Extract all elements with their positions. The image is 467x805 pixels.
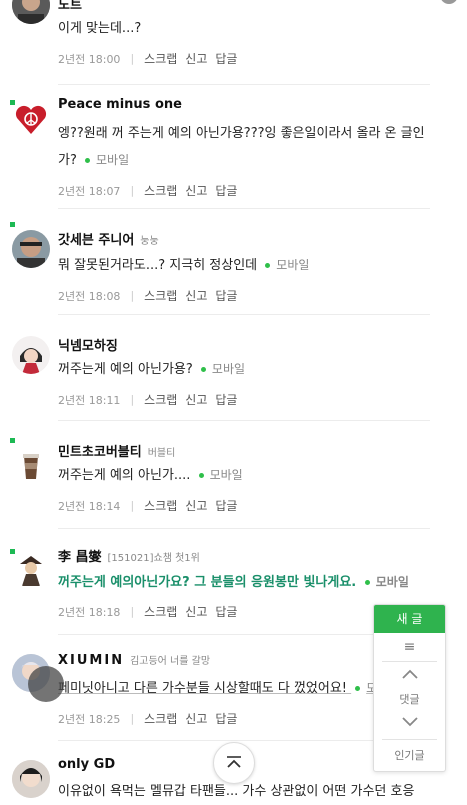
user-badge: 김고등어 너를 갈망 [130,656,211,667]
comment-meta: 2년전 18:11 | 스크랩 신고 답글 [58,391,238,408]
user-badge: [151021]쇼챔 첫1위 [107,553,200,564]
panel-divider [382,661,437,662]
comment-author[interactable]: Peace minus one [58,97,182,112]
floating-menu: 새 글 ≡ 댓글 인기글 [373,604,446,772]
new-post-button[interactable]: 새 글 [374,605,445,633]
comment-author[interactable]: 닉넴모하징 [58,335,118,354]
reply-button[interactable]: 답글 [215,391,237,408]
reply-button[interactable]: 답글 [215,497,237,514]
report-button[interactable]: 신고 [185,497,207,514]
divider [58,314,430,315]
scrap-button[interactable]: 스크랩 [144,391,177,408]
avatar[interactable] [12,100,50,138]
comment-time: 2년전 18:25 [58,712,121,726]
scrap-button[interactable]: 스크랩 [144,710,177,727]
comment-nav[interactable] [374,667,445,684]
comment-author[interactable]: XIUMIN [58,653,124,668]
menu-icon[interactable]: ≡ [374,639,445,655]
avatar[interactable] [12,446,50,484]
new-indicator [10,222,15,227]
comment-author[interactable]: only GD [58,757,115,772]
comment-time: 2년전 18:00 [58,52,121,66]
comment-meta: 2년전 18:25 | 스크랩 신고 답글 [58,710,238,727]
user-badge: 버블티 [147,448,176,459]
report-button[interactable]: 신고 [185,603,207,620]
comment-text: 꺼주는게 예의 아닌가용? 모바일 [58,362,246,377]
reply-button[interactable]: 답글 [215,182,237,199]
reply-button[interactable]: 답글 [215,50,237,67]
media-overlay-button[interactable] [28,666,64,702]
comment-text: 꺼주는게 예의아닌가요? 그 분들의 응원봉만 빛나게요. 모바일 [58,575,409,590]
new-indicator [10,100,15,105]
avatar[interactable] [12,760,50,798]
report-button[interactable]: 신고 [185,50,207,67]
chevron-down-icon [401,717,418,727]
report-button[interactable]: 신고 [185,710,207,727]
avatar[interactable] [12,336,50,374]
comment-time: 2년전 18:14 [58,499,121,513]
comment-author[interactable]: 李 昌燮 [58,546,102,565]
report-button[interactable]: 신고 [185,182,207,199]
reply-button[interactable]: 답글 [215,287,237,304]
comment-meta: 2년전 18:00 | 스크랩 신고 답글 [58,50,238,67]
scrap-button[interactable]: 스크랩 [144,287,177,304]
comment-text: 이게 맞는데...? [58,21,142,36]
popular-posts-button[interactable]: 인기글 [374,747,445,763]
reply-button[interactable]: 답글 [215,603,237,620]
comment-meta: 2년전 18:07 | 스크랩 신고 답글 [58,182,238,199]
scrap-button[interactable]: 스크랩 [144,603,177,620]
chevron-up-icon [401,669,418,679]
report-button[interactable]: 신고 [185,287,207,304]
mobile-label: 모바일 [200,362,245,376]
chevron-up-double-icon [227,756,241,768]
avatar[interactable] [12,230,50,268]
scrap-button[interactable]: 스크랩 [144,497,177,514]
comment-nav-down[interactable] [374,715,445,732]
divider [58,84,430,85]
user-badge: 눙눙 [140,236,159,247]
comment-text: 뭐 잘못된거라도...? 지극히 정상인데 모바일 [58,258,310,273]
avatar[interactable] [12,550,50,588]
divider [58,528,430,529]
comment-text: 엥??원래 꺼 주는게 예의 아닌가용???잉 좋은일이라서 올라 온 글인 가… [58,126,425,168]
new-indicator [10,438,15,443]
divider [58,208,430,209]
comment-nav-label[interactable]: 댓글 [374,691,445,707]
scrap-button[interactable]: 스크랩 [144,50,177,67]
comment-author[interactable]: 노트 [58,0,82,13]
comment-text: 이유없이 욕먹는 멜뮤갑 타팬들... 가수 상관없이 어떤 가수던 호응 [58,784,415,799]
comment-meta: 2년전 18:14 | 스크랩 신고 답글 [58,497,238,514]
new-indicator [10,549,15,554]
scroll-top-button[interactable] [213,742,255,784]
comment-author[interactable]: 갓세븐 주니어 [58,229,134,248]
top-scroll-indicator [440,0,458,4]
reply-button[interactable]: 답글 [215,710,237,727]
comment-time: 2년전 18:07 [58,184,121,198]
comment-meta: 2년전 18:18 | 스크랩 신고 답글 [58,603,238,620]
comment-author[interactable]: 민트초코버블티 [58,441,142,460]
mobile-label: 모바일 [198,468,243,482]
scrap-button[interactable]: 스크랩 [144,182,177,199]
comment-time: 2년전 18:08 [58,289,121,303]
comment-text: 꺼주는게 예의 아닌가.... 모바일 [58,468,243,483]
report-button[interactable]: 신고 [185,391,207,408]
comment-time: 2년전 18:11 [58,393,121,407]
mobile-label: 모바일 [85,153,129,167]
mobile-label: 모바일 [364,575,409,589]
comment-time: 2년전 18:18 [58,605,121,619]
panel-divider [382,739,437,740]
avatar[interactable] [12,0,50,24]
mobile-label: 모바일 [265,258,309,272]
divider [58,420,430,421]
comment-meta: 2년전 18:08 | 스크랩 신고 답글 [58,287,238,304]
